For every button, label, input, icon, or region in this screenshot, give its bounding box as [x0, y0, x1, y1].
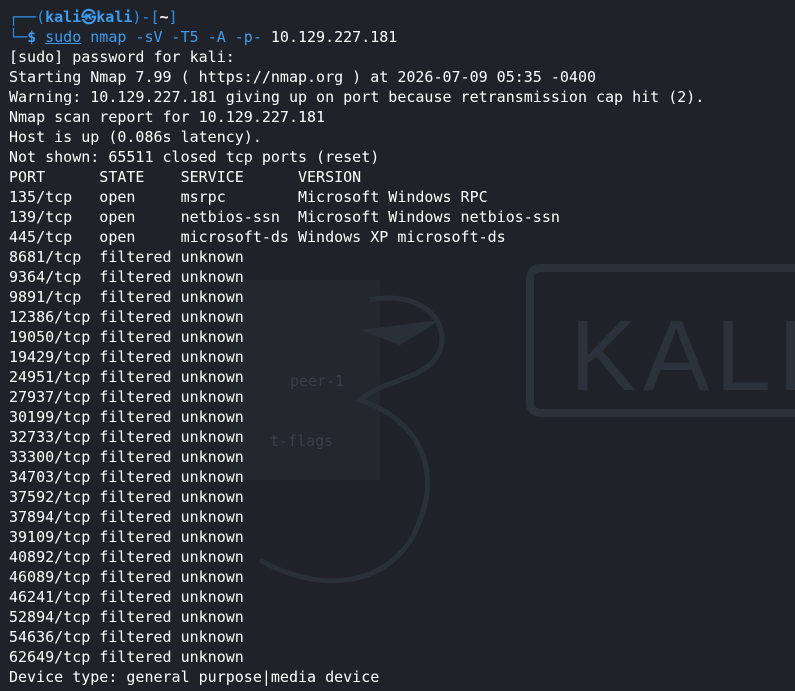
output-line: 37894/tcp filtered unknown [9, 508, 244, 526]
output-line: 139/tcp open netbios-ssn Microsoft Windo… [9, 208, 560, 226]
output-line: 54636/tcp filtered unknown [9, 628, 244, 646]
prompt-line-1: ┌──(kali㉿kali)-[~] [9, 8, 178, 26]
command-target: 10.129.227.181 [270, 28, 398, 46]
prompt-dir: ~ [159, 8, 169, 26]
terminal-window[interactable]: KALI peer-1 t-flags ┌──(kali㉿kali)-[~] └… [0, 0, 795, 691]
output-line: 19050/tcp filtered unknown [9, 328, 244, 346]
output-line: 32733/tcp filtered unknown [9, 428, 244, 446]
output-line: 19429/tcp filtered unknown [9, 348, 244, 366]
output-line: Not shown: 65511 closed tcp ports (reset… [9, 148, 380, 166]
prompt-line-2: └─$ sudo nmap -sV -T5 -A -p- 10.129.227.… [9, 28, 398, 46]
output-line: 62649/tcp filtered unknown [9, 648, 244, 666]
output-line: 46089/tcp filtered unknown [9, 568, 244, 586]
output-line: Host is up (0.086s latency). [9, 128, 262, 146]
output-line: [sudo] password for kali: [9, 48, 235, 66]
output-line: PORT STATE SERVICE VERSION [9, 168, 362, 186]
command-flags: -sV -T5 -A -p- [135, 28, 262, 46]
output-line: 34703/tcp filtered unknown [9, 468, 244, 486]
output-line: 135/tcp open msrpc Microsoft Windows RPC [9, 188, 488, 206]
output-line: 52894/tcp filtered unknown [9, 608, 244, 626]
output-line: 40892/tcp filtered unknown [9, 548, 244, 566]
output-line: 9891/tcp filtered unknown [9, 288, 244, 306]
output-line: 445/tcp open microsoft-ds Windows XP mic… [9, 228, 506, 246]
prompt-at-icon: ㉿ [81, 8, 97, 26]
command-sudo: sudo [45, 28, 82, 46]
output-line: 39109/tcp filtered unknown [9, 528, 244, 546]
command-nmap: nmap [90, 28, 127, 46]
output-line: 8681/tcp filtered unknown [9, 248, 244, 266]
output-line: Warning: 10.129.227.181 giving up on por… [9, 88, 705, 106]
output-line: Device type: general purpose|media devic… [9, 668, 380, 686]
output-line: 24951/tcp filtered unknown [9, 368, 244, 386]
output-line: Nmap scan report for 10.129.227.181 [9, 108, 326, 126]
output-line: 9364/tcp filtered unknown [9, 268, 244, 286]
output-line: 30199/tcp filtered unknown [9, 408, 244, 426]
output-line: 12386/tcp filtered unknown [9, 308, 244, 326]
prompt-user: kali [45, 8, 82, 26]
output-line: 27937/tcp filtered unknown [9, 388, 244, 406]
output-line: Starting Nmap 7.99 ( https://nmap.org ) … [9, 68, 596, 86]
terminal-output[interactable]: ┌──(kali㉿kali)-[~] └─$ sudo nmap -sV -T5… [9, 7, 795, 687]
output-line: 33300/tcp filtered unknown [9, 448, 244, 466]
output-line: 37592/tcp filtered unknown [9, 488, 244, 506]
output-line: 46241/tcp filtered unknown [9, 588, 244, 606]
prompt-host: kali [96, 8, 133, 26]
